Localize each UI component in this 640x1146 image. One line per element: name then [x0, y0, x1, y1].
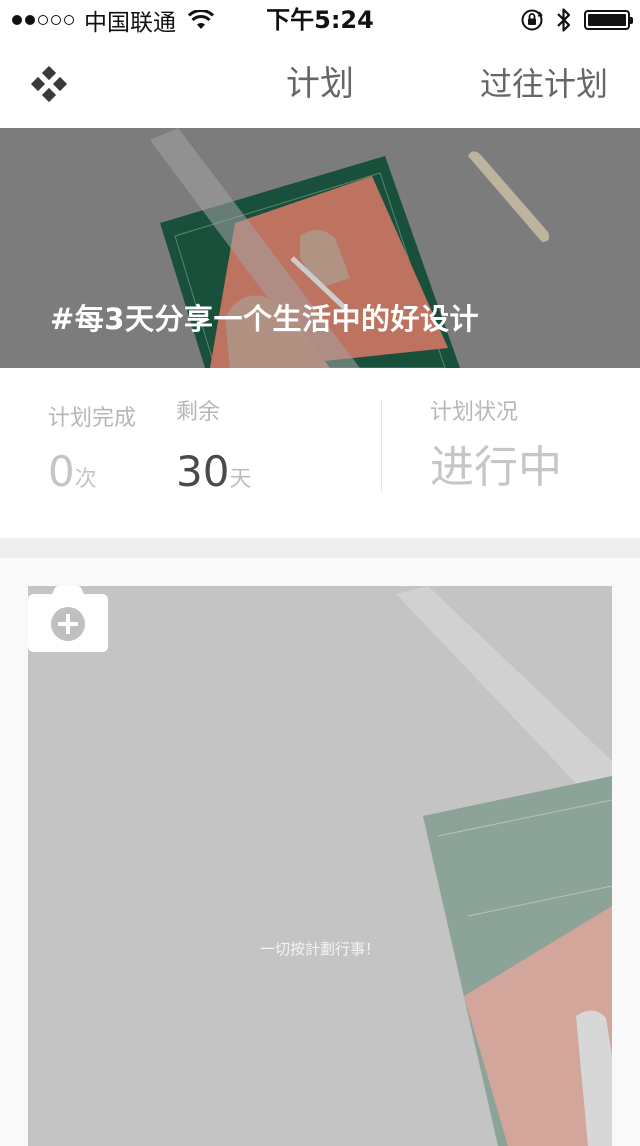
status-label: 计划状况: [430, 400, 519, 425]
status-value: 进行中: [430, 442, 562, 493]
completed-count: 0: [48, 447, 75, 496]
completed-value: 0次: [48, 444, 97, 509]
status-bar-right: [520, 6, 633, 34]
card-background-photo: [28, 586, 612, 1146]
plan-stats: 计划完成 0次 剩余 30天 计划状况 进行中: [0, 368, 640, 538]
completed-label: 计划完成: [48, 406, 137, 431]
battery-level: [588, 14, 626, 26]
remaining-count: 30: [176, 447, 230, 496]
navigation-bar: 计划 过往计划: [0, 40, 640, 128]
stats-divider: [381, 400, 382, 492]
banner-caption: #每3天分享一个生活中的好设计: [50, 302, 479, 336]
past-plans-button[interactable]: 过往计划: [480, 62, 608, 106]
status-bar: 中国联通 下午5:24: [0, 0, 640, 40]
card-hint-text: 一切按計劃行事！: [259, 940, 380, 958]
remaining-value: 30天: [176, 444, 251, 509]
orientation-lock-icon: [521, 9, 543, 31]
battery-icon: [584, 10, 633, 30]
plan-banner[interactable]: #每3天分享一个生活中的好设计: [0, 128, 640, 368]
photo-upload-card[interactable]: 一切按計劃行事！: [28, 586, 612, 1146]
bluetooth-icon: [557, 8, 571, 32]
camera-add-icon[interactable]: [28, 586, 108, 652]
section-divider: [0, 538, 640, 558]
remaining-label: 剩余: [176, 400, 221, 425]
completed-unit: 次: [74, 467, 97, 492]
remaining-unit: 天: [229, 467, 252, 492]
